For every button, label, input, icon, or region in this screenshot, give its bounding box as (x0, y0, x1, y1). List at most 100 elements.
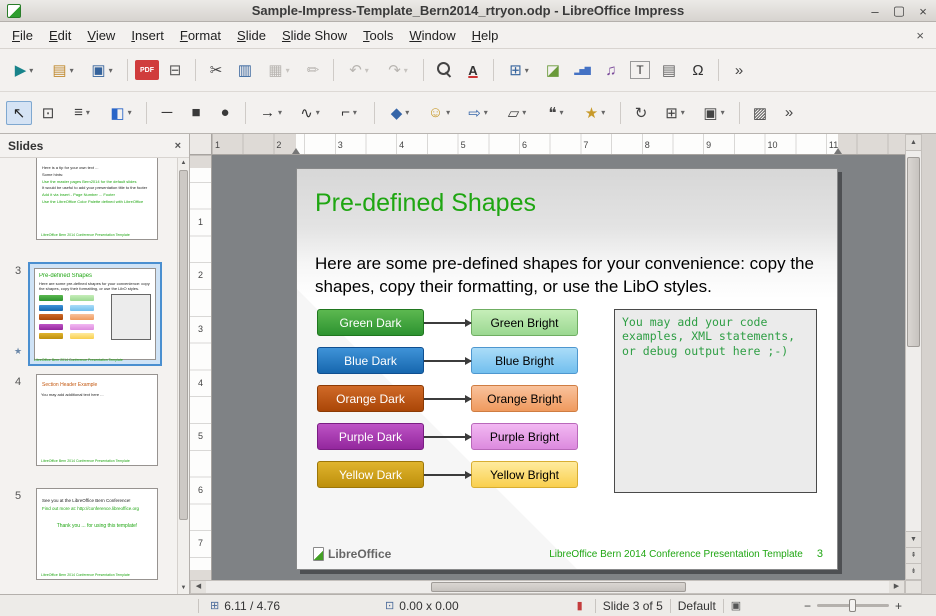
slide-thumbnail-3[interactable]: Pre-defined Shapes Here are some pre-def… (34, 268, 156, 360)
ellipse-icon[interactable]: ● (212, 101, 238, 125)
save-icon[interactable]: ▣ (84, 58, 120, 82)
insert-text-box-icon[interactable]: T (627, 58, 653, 82)
line-style-icon[interactable]: ≡ (64, 101, 100, 125)
select-icon[interactable]: ↖ (6, 101, 32, 125)
close-button[interactable]: × (916, 4, 930, 19)
scrollbar-thumb[interactable] (431, 582, 686, 592)
connector-arrow[interactable] (424, 360, 471, 362)
zoom-fit-icon[interactable]: ▣ (731, 599, 741, 612)
insert-chart-icon[interactable]: ▂▅▇ (569, 58, 595, 82)
menu-format[interactable]: Format (172, 24, 229, 47)
scroll-down-icon[interactable]: ▼ (178, 583, 189, 594)
new-presentation-icon[interactable]: ▶ (6, 58, 42, 82)
dark-shape[interactable]: Orange Dark (317, 385, 424, 412)
fill-color-icon[interactable]: ◧ (103, 101, 139, 125)
scroll-up-icon[interactable]: ▲ (906, 135, 921, 151)
connector-arrow[interactable] (424, 474, 471, 476)
bright-shape[interactable]: Green Bright (471, 309, 578, 336)
zoom-pan-icon[interactable]: ⊡ (35, 101, 61, 125)
connector-arrow[interactable] (424, 322, 471, 324)
menu-tools[interactable]: Tools (355, 24, 401, 47)
horizontal-scrollbar[interactable]: ◀ ▶ (190, 580, 905, 594)
copy-icon[interactable]: ▥ (232, 58, 258, 82)
zoom-slider-thumb[interactable] (849, 599, 856, 612)
spelling-icon[interactable]: A (460, 58, 486, 82)
code-text-box[interactable]: You may add your code examples, XML stat… (614, 309, 817, 493)
insert-special-character-icon[interactable]: Ω (685, 58, 711, 82)
rectangle-icon[interactable]: ■ (183, 101, 209, 125)
connector-icon[interactable]: ⌐ (331, 101, 367, 125)
insert-image-icon[interactable]: ◪ (540, 58, 566, 82)
clone-formatting-icon[interactable]: ✏ (300, 58, 326, 82)
align-objects-icon[interactable]: ⊞ (657, 101, 693, 125)
menu-edit[interactable]: Edit (41, 24, 79, 47)
slide-thumbnail-5[interactable]: See you at the LibreOffice Bern Conferen… (36, 488, 158, 580)
insert-header-footer-icon[interactable]: ▤ (656, 58, 682, 82)
stars-banners-icon[interactable]: ★ (577, 101, 613, 125)
lines-and-arrows-icon[interactable]: → (253, 101, 289, 125)
bright-shape[interactable]: Purple Bright (471, 423, 578, 450)
slide-thumbnail-4[interactable]: Section Header Example You may add addit… (36, 374, 158, 466)
vertical-scrollbar[interactable]: ▲ ▼ ⇞ ⇟ (905, 134, 922, 580)
block-arrows-icon[interactable]: ⇨ (460, 101, 496, 125)
arrange-icon[interactable]: ▣ (696, 101, 732, 125)
scroll-down-icon[interactable]: ▼ (906, 531, 921, 547)
slide-body-text[interactable]: Here are some pre-defined shapes for you… (315, 253, 820, 298)
maximize-button[interactable]: ▢ (892, 3, 906, 19)
slides-panel-scrollbar[interactable]: ▲ ▼ (177, 158, 189, 594)
scroll-left-icon[interactable]: ◀ (191, 581, 206, 593)
bright-shape[interactable]: Yellow Bright (471, 461, 578, 488)
basic-shapes-icon[interactable]: ◆ (382, 101, 418, 125)
print-icon[interactable]: ⊟ (162, 58, 188, 82)
dark-shape[interactable]: Blue Dark (317, 347, 424, 374)
symbol-shapes-icon[interactable]: ☺ (421, 101, 457, 125)
menu-window[interactable]: Window (401, 24, 463, 47)
master-style-label[interactable]: Default (678, 599, 716, 613)
bright-shape[interactable]: Blue Bright (471, 347, 578, 374)
menu-help[interactable]: Help (464, 24, 507, 47)
dark-shape[interactable]: Yellow Dark (317, 461, 424, 488)
slide-title[interactable]: Pre-defined Shapes (315, 189, 536, 218)
scroll-right-icon[interactable]: ▶ (889, 581, 904, 593)
shadow-icon[interactable]: ▨ (747, 101, 773, 125)
close-document-icon[interactable]: × (908, 28, 932, 43)
connector-arrow[interactable] (424, 398, 471, 400)
paste-icon[interactable]: ▦ (261, 58, 297, 82)
previous-slide-icon[interactable]: ⇞ (906, 547, 921, 563)
menu-file[interactable]: File (4, 24, 41, 47)
menu-slide-show[interactable]: Slide Show (274, 24, 355, 47)
export-pdf-icon[interactable]: PDF (135, 60, 159, 80)
scroll-up-icon[interactable]: ▲ (178, 158, 189, 169)
dark-shape[interactable]: Green Dark (317, 309, 424, 336)
open-file-icon[interactable]: ▤ (45, 58, 81, 82)
rotate-icon[interactable]: ↻ (628, 101, 654, 125)
insert-table-icon[interactable]: ⊞ (501, 58, 537, 82)
undo-icon[interactable]: ↶ (341, 58, 377, 82)
toolbar-overflow-icon[interactable]: » (776, 101, 802, 125)
menu-insert[interactable]: Insert (123, 24, 172, 47)
curve-icon[interactable]: ∿ (292, 101, 328, 125)
thumb-text-line: Use the LibreOffice Color Palette define… (42, 199, 152, 206)
scrollbar-thumb[interactable] (179, 170, 188, 520)
menu-view[interactable]: View (79, 24, 123, 47)
zoom-in-button[interactable]: + (895, 599, 902, 613)
flowchart-icon[interactable]: ▱ (499, 101, 535, 125)
dark-shape[interactable]: Purple Dark (317, 423, 424, 450)
connector-arrow[interactable] (424, 436, 471, 438)
cut-icon[interactable]: ✂ (203, 58, 229, 82)
scrollbar-thumb[interactable] (907, 157, 920, 347)
find-and-replace-icon[interactable] (431, 58, 457, 82)
menu-slide[interactable]: Slide (229, 24, 274, 47)
redo-icon[interactable]: ↷ (380, 58, 416, 82)
bright-shape[interactable]: Orange Bright (471, 385, 578, 412)
toolbar-overflow-icon[interactable]: » (726, 58, 752, 82)
next-slide-icon[interactable]: ⇟ (906, 563, 921, 579)
zoom-slider[interactable] (817, 604, 889, 607)
insert-line-icon[interactable]: ─ (154, 101, 180, 125)
slide-thumbnail-2[interactable]: Here is a tip for your own text ...Some … (36, 158, 158, 240)
zoom-out-button[interactable]: − (804, 599, 811, 613)
minimize-button[interactable]: – (868, 4, 882, 19)
insert-media-icon[interactable]: ♫ (598, 58, 624, 82)
slides-panel-close-icon[interactable]: × (175, 140, 181, 152)
callouts-icon[interactable]: ❝ (538, 101, 574, 125)
